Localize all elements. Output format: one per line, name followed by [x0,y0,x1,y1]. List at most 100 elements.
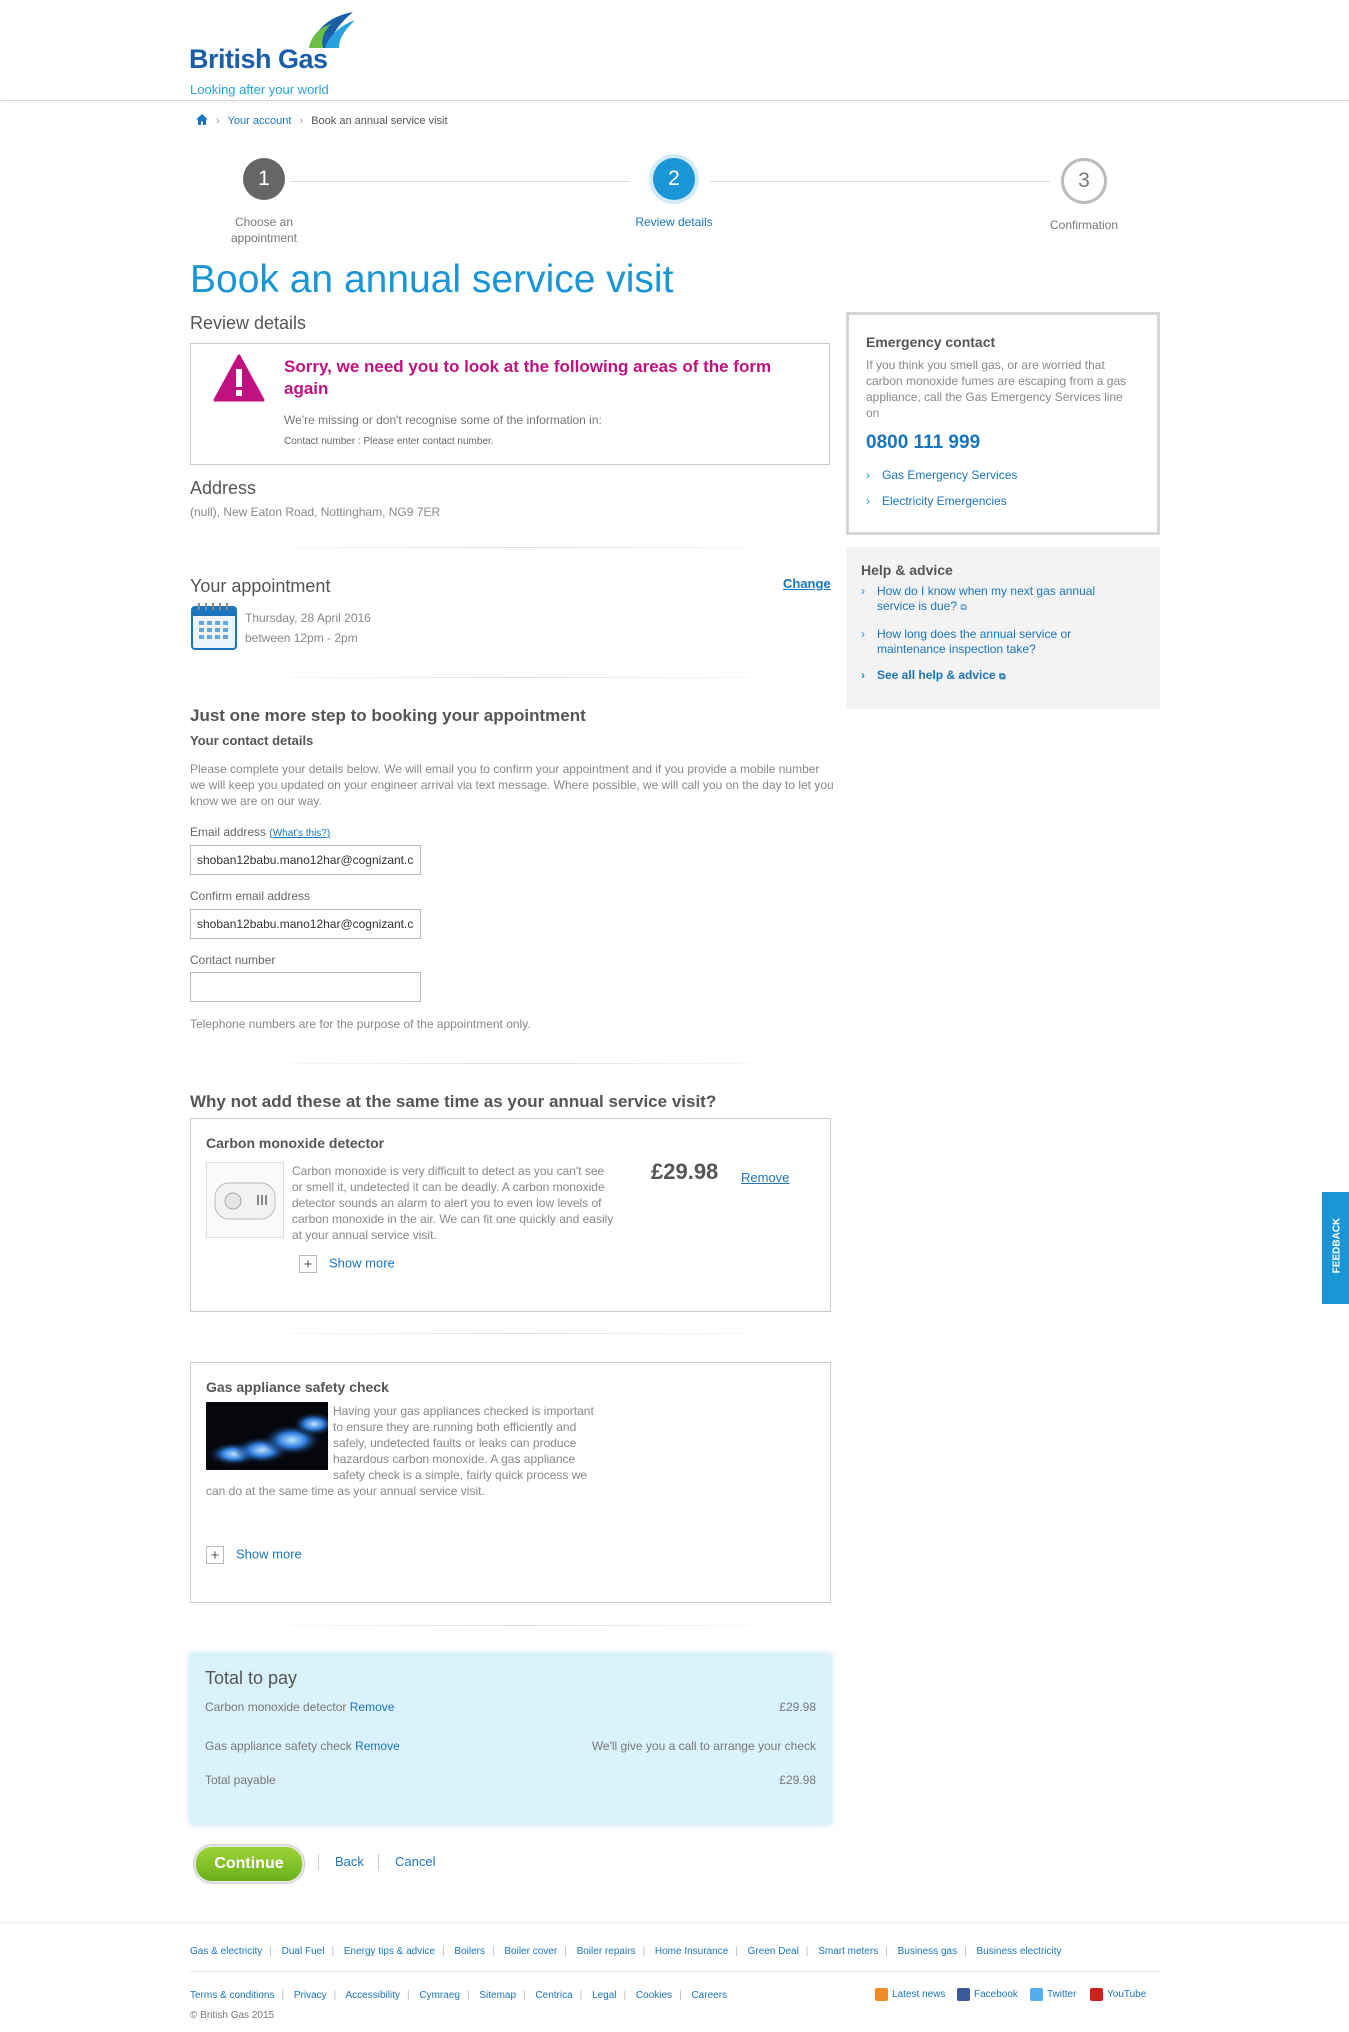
social-twitter[interactable]: Twitter [1030,1988,1076,2001]
chevron-right-icon: › [861,668,865,682]
footer-link[interactable]: Terms & conditions [190,1990,274,2001]
email-field[interactable] [190,845,421,875]
footer-link[interactable]: Dual Fuel [282,1946,325,1957]
change-appointment-link[interactable]: Change [783,576,831,591]
footer-link[interactable]: Gas & electricity [190,1946,262,1957]
footer-link[interactable]: Cymraeg [419,1990,460,2001]
breadcrumb: › Your account › Book an annual service … [196,114,448,127]
rss-icon [875,1988,888,2001]
contact-heading: Just one more step to booking your appoi… [190,706,586,725]
confirm-email-label: Confirm email address [190,889,311,903]
emergency-phone[interactable]: 0800 111 999 [866,432,980,454]
co-detector-description: Carbon monoxide is very difficult to det… [292,1164,614,1242]
footer-link[interactable]: Legal [592,1990,616,2001]
total-row-remove-link[interactable]: Remove [350,1700,395,1714]
contact-intro: Please complete your details below. We w… [190,762,834,808]
safety-check-description: Having your gas appliances checked is im… [206,1403,596,1499]
emergency-heading: Emergency contact [866,334,996,350]
step-label: Confirmation [1049,218,1119,232]
progress-line [710,181,1050,182]
total-row-label: Total payable [205,1773,276,1787]
appointment-time: between 12pm - 2pm [245,631,358,645]
social-latest-news[interactable]: Latest news [875,1988,945,2001]
total-row-value: £29.98 [779,1773,816,1787]
social-facebook[interactable]: Facebook [957,1988,1018,2001]
home-icon[interactable] [196,114,208,125]
co-detector-show-more[interactable]: + Show more [299,1255,395,1273]
footer-link[interactable]: Smart meters [818,1946,878,1957]
footer-divider [190,1971,1160,1972]
total-row-safety-check: Gas appliance safety check Remove We'll … [205,1739,816,1753]
confirm-email-field[interactable] [190,909,421,939]
contact-number-field[interactable] [190,972,421,1002]
see-all-help-text: See all help & advice [877,668,996,682]
address-value: (null), New Eaton Road, Nottingham, NG9 … [190,505,441,519]
emergency-contact-panel: Emergency contact If you think you smell… [846,312,1160,535]
page-subtitle: Review details [190,313,307,333]
footer-link[interactable]: Sitemap [479,1990,516,2001]
back-link[interactable]: Back [335,1854,364,1869]
contact-subheading: Your contact details [190,733,314,748]
action-separator [318,1854,319,1870]
breadcrumb-your-account[interactable]: Your account [228,115,292,127]
footer-link[interactable]: Centrica [535,1990,572,2001]
emergency-text: If you think you smell gas, or are worri… [866,358,1127,420]
breadcrumb-separator: › [299,115,304,127]
footer-link[interactable]: Cookies [636,1990,672,2001]
brand-tagline: Looking after your world [190,82,329,97]
footer-link[interactable]: Boiler repairs [577,1946,636,1957]
footer-link[interactable]: Business gas [898,1946,957,1957]
footer-link[interactable]: Home Insurance [655,1946,728,1957]
electricity-emergencies-link[interactable]: Electricity Emergencies [882,494,1007,509]
section-divider [240,677,800,678]
footer-link[interactable]: Boilers [454,1946,485,1957]
co-detector-price: £29.98 [651,1159,719,1184]
copyright: © British Gas 2015 [190,2010,275,2021]
email-label-text: Email address [190,825,267,839]
help-link-duration[interactable]: How long does the annual service or main… [877,627,1127,657]
footer-link[interactable]: Business electricity [976,1946,1061,1957]
address-heading: Address [190,478,257,498]
footer-link[interactable]: Boiler cover [504,1946,557,1957]
footer-link[interactable]: Green Deal [748,1946,799,1957]
chevron-right-icon: › [861,584,865,598]
co-detector-title: Carbon monoxide detector [206,1135,385,1151]
contact-number-label: Contact number [190,953,276,967]
footer-link[interactable]: Energy tips & advice [344,1946,435,1957]
feedback-label: FEEDBACK [1331,1217,1343,1274]
step-number: 1 [243,158,285,200]
plus-icon: + [206,1546,224,1564]
total-row-remove-link[interactable]: Remove [355,1739,400,1753]
see-all-help-link[interactable]: See all help & advice ⧉ [877,668,1006,684]
footer-link[interactable]: Privacy [294,1990,327,2001]
help-link-service-due[interactable]: How do I know when my next gas annual se… [877,584,1127,615]
section-divider [240,547,800,548]
social-youtube[interactable]: YouTube [1090,1988,1146,2001]
error-detail[interactable]: Contact number : Please enter contact nu… [284,436,494,447]
whats-this-link[interactable]: (What's this?) [269,828,330,839]
section-divider [240,1333,800,1334]
co-detector-remove-link[interactable]: Remove [741,1170,789,1185]
help-link-text: How do I know when my next gas annual se… [877,584,1096,613]
step-label: Choose an appointment [230,215,298,245]
footer-nav-primary: Gas & electricity | Dual Fuel | Energy tip… [190,1946,1062,1957]
plus-icon: + [299,1255,317,1273]
addons-heading: Why not add these at the same time as yo… [190,1092,717,1111]
appointment-heading: Your appointment [190,576,331,596]
continue-button[interactable]: Continue [194,1845,304,1883]
chevron-right-icon: › [861,627,865,641]
calendar-icon [191,603,237,650]
total-row-value: £29.98 [779,1700,816,1714]
warning-icon [213,354,265,402]
cancel-link[interactable]: Cancel [395,1854,435,1869]
chevron-right-icon: › [866,494,870,508]
footer-link[interactable]: Accessibility [346,1990,400,2001]
gas-emergency-services-link[interactable]: Gas Emergency Services [882,468,1017,483]
safety-check-show-more[interactable]: + Show more [206,1546,302,1564]
feedback-tab[interactable]: FEEDBACK [1322,1192,1349,1304]
total-row-label: Gas appliance safety check [205,1739,352,1753]
site-footer: Gas & electricity | Dual Fuel | Energy tip… [0,1922,1349,2032]
british-gas-logo[interactable]: British Gas Looking after your world [189,10,359,97]
progress-step-2: 2 Review details [594,158,754,230]
footer-link[interactable]: Careers [691,1990,727,2001]
